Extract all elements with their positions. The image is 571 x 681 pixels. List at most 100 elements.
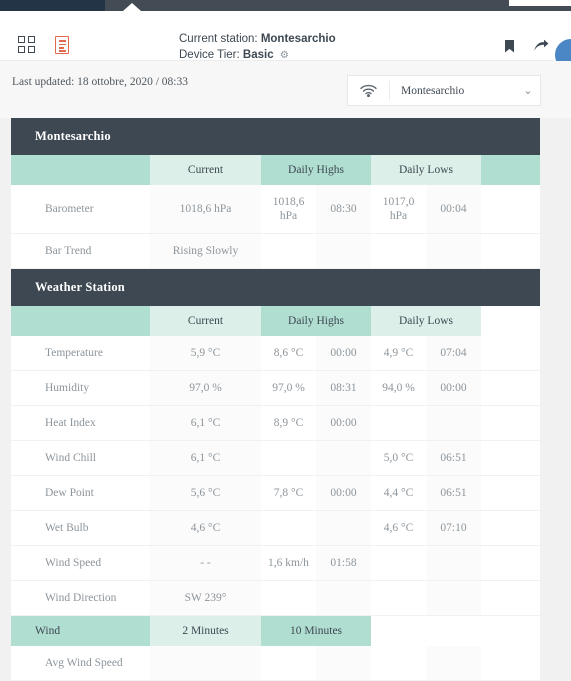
cell-current: 4,6 °C [150,510,261,546]
cell-daily-high: 97,0 % [261,370,316,406]
cell-daily-low-time [426,405,481,441]
chevron-down-icon[interactable]: ⌄ [516,85,540,96]
cell-daily-high [261,580,316,616]
cell-end [481,336,541,371]
cell-daily-high [261,510,316,546]
cell-current: 6,1 °C [150,440,261,476]
cell-current: 1018,6 hPa [150,185,261,234]
cell-daily-high-time [316,440,371,476]
cell-end [481,645,541,681]
cell-daily-high: 8,9 °C [261,405,316,441]
col-head-blank-left [11,306,150,336]
cell-daily-high-time: 01:58 [316,545,371,581]
col-head-current: Current [150,155,261,185]
table-row: Wind Speed - - 1,6 km/h 01:58 [11,545,541,581]
cell-end [481,440,541,476]
wifi-signal-icon [348,80,390,101]
row-label: Avg Wind Speed [11,645,150,681]
browser-chrome [0,0,571,11]
cell-current [150,645,261,681]
station-info: Current station: Montesarchio Device Tie… [179,31,336,64]
cell-end [481,185,541,234]
cell-daily-low-time: 00:04 [426,185,481,234]
cell-current: 6,1 °C [150,405,261,441]
col-head-blank-right [481,306,541,336]
cell-daily-low-time: 06:51 [426,440,481,476]
cell-daily-high: 8,6 °C [261,336,316,371]
cell-daily-low: 4,6 °C [371,510,426,546]
device-tier-label: Device Tier: [179,49,240,61]
cell-daily-low-time [426,580,481,616]
sub-header-ten-minutes: 10 Minutes [261,615,371,646]
col-head-daily-highs: Daily Highs [261,306,371,336]
cell-daily-high-time [316,510,371,546]
row-label: Heat Index [11,405,150,441]
sub-header-two-minutes: 2 Minutes [150,615,261,646]
browser-tab-active[interactable] [0,0,105,11]
table-row: Bar Trend Rising Slowly [11,233,541,269]
cell-current: 5,6 °C [150,475,261,511]
cell-daily-low [371,545,426,581]
cell-end [481,475,541,511]
browser-window-control[interactable] [509,0,571,6]
cell-daily-low-time [426,233,481,269]
cell-end [481,510,541,546]
gear-icon[interactable]: ⚙ [280,50,289,61]
row-label: Dew Point [11,475,150,511]
weather-card: Montesarchio Current Daily Highs Daily L… [11,118,541,681]
column-header-row-1: Current Daily Highs Daily Lows [11,155,541,185]
station-select-value: Montesarchio [401,84,465,97]
table-row: Temperature 5,9 °C 8,6 °C 00:00 4,9 °C 0… [11,336,541,371]
table-row: Humidity 97,0 % 97,0 % 08:31 94,0 % 00:0… [11,370,541,406]
row-label: Temperature [11,336,150,371]
bookmark-icon[interactable] [505,39,514,53]
row-label: Humidity [11,370,150,406]
browser-tab-strip[interactable] [105,0,571,11]
col-head-daily-lows: Daily Lows [371,306,481,336]
cell-daily-low-time: 00:00 [426,370,481,406]
tab-notch-indicator [123,3,141,11]
col-head-daily-lows: Daily Lows [371,155,481,185]
table-row: Heat Index 6,1 °C 8,9 °C 00:00 [11,405,541,441]
cell-daily-high: 1,6 km/h [261,545,316,581]
cell-daily-low-time: 07:04 [426,336,481,371]
current-station-label: Current station: [179,33,258,45]
sub-header-blank [371,615,541,646]
cell-daily-low [371,233,426,269]
section-title: Montesarchio [11,118,541,155]
document-icon[interactable] [55,36,69,54]
table-row: Wind Chill 6,1 °C 5,0 °C 06:51 [11,440,541,476]
cell-daily-low: 4,9 °C [371,336,426,371]
cell-daily-low-time [426,545,481,581]
grid-icon[interactable] [18,36,35,53]
current-station-value: Montesarchio [260,33,336,45]
cell-daily-high-time: 00:00 [316,475,371,511]
table-row: Wet Bulb 4,6 °C 4,6 °C 07:10 [11,510,541,546]
section-header-montesarchio: Montesarchio [11,118,541,155]
cell-daily-low: 5,0 °C [371,440,426,476]
cell-daily-low [371,580,426,616]
row-label: Wind Chill [11,440,150,476]
cell-daily-low: 4,4 °C [371,475,426,511]
table-row-partial: Avg Wind Speed [11,645,541,681]
cell-end [481,580,541,616]
cell-daily-low [371,405,426,441]
table-row: Wind Direction SW 239° [11,580,541,616]
share-icon[interactable] [533,39,549,53]
col-head-current: Current [150,306,261,336]
header-actions [505,39,549,53]
cell-daily-high-time: 00:00 [316,336,371,371]
cell-daily-high-time: 00:00 [316,405,371,441]
cell-daily-high [261,440,316,476]
cell-end [481,233,541,269]
cell-daily-high-time: 08:31 [316,370,371,406]
cell-current: 97,0 % [150,370,261,406]
weather-table: Montesarchio Current Daily Highs Daily L… [11,118,541,681]
current-station-line: Current station: Montesarchio [179,31,336,47]
col-head-daily-highs: Daily Highs [261,155,371,185]
cell-current: 5,9 °C [150,336,261,371]
station-select-dropdown[interactable]: Montesarchio ⌄ [347,75,541,106]
col-head-blank-left [11,155,150,185]
section-title: Weather Station [11,268,541,306]
app-header: Current station: Montesarchio Device Tie… [0,11,571,73]
